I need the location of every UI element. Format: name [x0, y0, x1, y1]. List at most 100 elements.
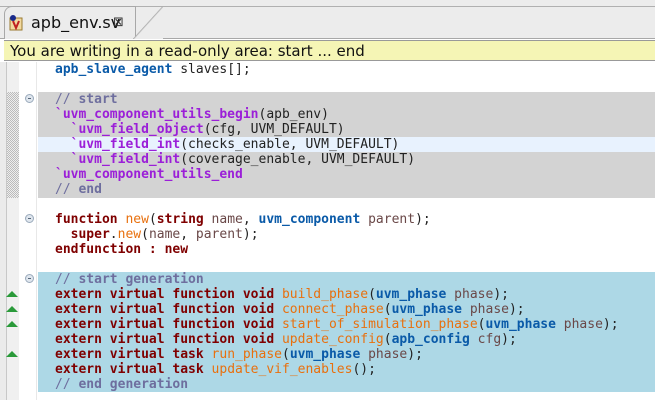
code-line[interactable]: extern virtual function void update_conf… [55, 332, 619, 347]
code-line[interactable] [55, 257, 619, 272]
code-line[interactable]: `uvm_field_int(checks_enable, UVM_DEFAUL… [55, 137, 619, 152]
code-token: extern virtual function void [55, 302, 275, 317]
code-token: ( [148, 212, 157, 227]
override-marker-icon[interactable] [6, 291, 18, 297]
code-token: ); [407, 347, 423, 362]
code-line[interactable]: super.new(name, parent); [55, 227, 619, 242]
code-token: `uvm_field_object [70, 122, 204, 137]
fold-collapse-icon[interactable] [25, 214, 34, 223]
verilog-file-icon [9, 15, 23, 31]
code-line[interactable]: extern virtual task update_vif_enables()… [55, 362, 619, 377]
code-token: phase [360, 347, 408, 362]
editor-tab[interactable]: apb_env.sv ⊠ [4, 6, 136, 39]
code-token: string [156, 212, 204, 227]
code-line[interactable]: `uvm_field_int(coverage_enable, UVM_DEFA… [55, 152, 619, 167]
code-line[interactable]: function new(string name, uvm_component … [55, 212, 619, 227]
code-token: apb_slave_agent [55, 62, 173, 77]
code-token: (coverage_enable, UVM_DEFAULT) [180, 152, 416, 167]
code-token: extern virtual function void [55, 287, 275, 302]
code-token: // [55, 182, 79, 197]
code-line[interactable]: apb_slave_agent slaves[]; [55, 62, 619, 77]
code-token: name [148, 227, 181, 242]
code-token: extern virtual task [55, 362, 204, 377]
code-token: ( [383, 332, 392, 347]
code-token: uvm_phase [375, 287, 447, 302]
code-editor[interactable]: apb_slave_agent slaves[];// start `uvm_co… [55, 62, 619, 392]
readonly-tooltip: You are writing in a read-only area: sta… [4, 40, 655, 61]
code-token: endfunction [55, 242, 142, 257]
code-token: function [55, 212, 118, 227]
code-token: : [148, 242, 157, 257]
code-token: `uvm_component_utils_end [55, 167, 243, 182]
code-token: cfg [469, 332, 502, 347]
code-token: . [109, 227, 118, 242]
code-token: start [78, 92, 118, 107]
code-token: ); [508, 302, 525, 317]
divider [36, 62, 37, 400]
code-line[interactable] [55, 77, 619, 92]
code-token: // [55, 377, 79, 392]
code-token: uvm_phase [485, 317, 556, 332]
code-token: apb_config [391, 332, 470, 347]
code-token: new [117, 227, 142, 242]
override-marker-icon[interactable] [6, 351, 18, 357]
code-line[interactable]: `uvm_component_utils_begin(apb_env) [55, 107, 619, 122]
code-token: new [164, 242, 189, 257]
code-line[interactable]: extern virtual function void build_phase… [55, 287, 619, 302]
code-token: , [180, 227, 196, 242]
code-token: ( [282, 347, 290, 362]
code-token: extern virtual task [55, 347, 204, 362]
code-token: start generation [78, 272, 204, 287]
code-token: run_phase [211, 347, 282, 362]
code-line[interactable]: extern virtual function void start_of_si… [55, 317, 619, 332]
tab-label: apb_env.sv [31, 13, 121, 32]
code-token: ); [602, 317, 619, 332]
code-token: new [125, 212, 149, 227]
code-line[interactable]: extern virtual task run_phase(uvm_phase … [55, 347, 619, 362]
overview-gutter [0, 62, 7, 400]
code-line[interactable]: `uvm_field_object(cfg, UVM_DEFAULT) [55, 122, 619, 137]
override-marker-icon[interactable] [6, 321, 18, 327]
code-token: `uvm_component_utils_begin [55, 107, 259, 122]
code-line[interactable]: `uvm_component_utils_end [55, 167, 619, 182]
code-line[interactable]: // end [55, 182, 619, 197]
code-token: start_of_simulation_phase [281, 317, 478, 332]
code-token: end generation [78, 377, 189, 392]
code-token: end [78, 182, 102, 197]
code-token: update_vif_enables [211, 362, 353, 377]
code-line[interactable]: extern virtual function void connect_pha… [55, 302, 619, 317]
override-marker-icon[interactable] [6, 306, 18, 312]
code-token: parent [195, 227, 243, 242]
code-token: (apb_env) [258, 107, 329, 122]
code-token: super [70, 227, 110, 242]
code-token: uvm_component [258, 212, 361, 227]
code-token: , [242, 212, 259, 227]
code-token: uvm_phase [391, 302, 463, 317]
code-token: phase [446, 287, 494, 302]
code-line[interactable]: // start [55, 92, 619, 107]
code-token: extern virtual function void [55, 317, 275, 332]
code-line[interactable]: // start generation [55, 272, 619, 287]
fold-collapse-icon[interactable] [25, 274, 34, 283]
code-token: ( [141, 227, 149, 242]
code-token: `uvm_field_int [70, 152, 181, 167]
code-token: name [203, 212, 243, 227]
fold-collapse-icon[interactable] [25, 94, 34, 103]
code-token: ( [368, 287, 376, 302]
code-line[interactable]: endfunction : new [55, 242, 619, 257]
close-icon[interactable]: ⊠ [113, 15, 124, 30]
code-line[interactable] [55, 197, 619, 212]
code-token: extern virtual function void [55, 332, 275, 347]
code-line[interactable]: // end generation [55, 377, 619, 392]
code-token: `uvm_field_int [70, 137, 181, 152]
code-token: ); [493, 287, 509, 302]
